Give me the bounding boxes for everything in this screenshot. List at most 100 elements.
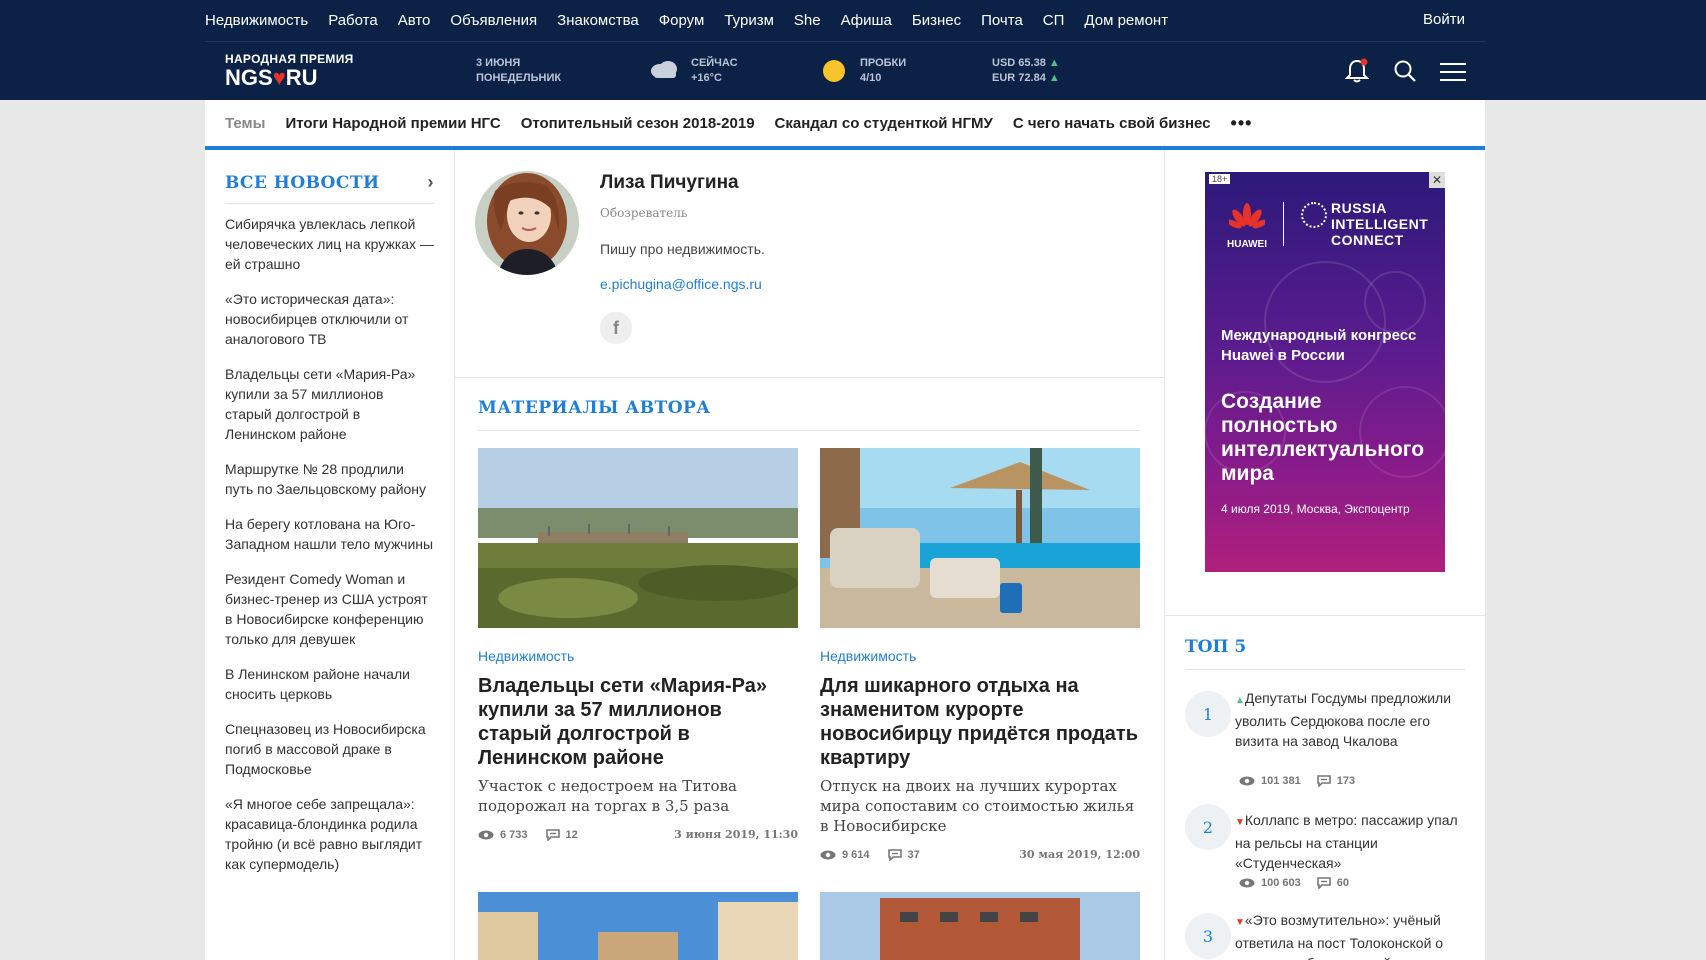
bell-icon[interactable] — [1345, 58, 1369, 84]
news-item[interactable]: Сибирячка увлеклась лепкой человеческих … — [225, 214, 434, 274]
themes-label: Темы — [225, 114, 266, 132]
nav-item-tourism[interactable]: Туризм — [724, 12, 774, 29]
news-item[interactable]: На берегу котлована на Юго-Западном нашл… — [225, 514, 434, 554]
views-count: 101 381 — [1261, 775, 1301, 787]
logo-award-text: НАРОДНАЯ ПРЕМИЯ — [225, 52, 354, 66]
theme-link-award[interactable]: Итоги Народной премии НГС — [285, 115, 500, 132]
top5-text[interactable]: ▲Депутаты Госдумы предложили уволить Сер… — [1235, 688, 1465, 751]
nav-item-dating[interactable]: Знакомства — [557, 12, 639, 29]
huawei-ad-banner[interactable]: 18+ ✕ HUAWEI RUSSIA INTELLIGENT CONNECT … — [1205, 172, 1445, 572]
top-bar: Недвижимость Работа Авто Объявления Знак… — [0, 0, 1706, 100]
top5-text[interactable]: ▼«Это возмутительно»: учёный ответила на… — [1235, 910, 1465, 960]
article-image-apartments[interactable] — [478, 892, 798, 960]
date-widget: 3 июня понедельник — [476, 56, 561, 86]
article-image-resort[interactable] — [820, 448, 1140, 628]
all-news-column: ВСЕ НОВОСТИ › Сибирячка увлеклась лепкой… — [205, 150, 455, 960]
article-meta: 9 614 37 30 мая 2019, 12:00 — [820, 848, 1140, 861]
facebook-icon[interactable]: f — [600, 312, 632, 344]
top5-headline: «Это возмутительно»: учёный ответила на … — [1235, 912, 1444, 960]
ric-line: RUSSIA — [1331, 200, 1387, 216]
author-role: Обозреватель — [600, 206, 688, 220]
nav-item-she[interactable]: She — [794, 12, 821, 29]
traffic-score: 4/10 — [860, 72, 882, 84]
trend-up-icon: ▲ — [1048, 72, 1060, 84]
comments-count[interactable]: 12 — [566, 829, 578, 841]
chevron-right-icon: › — [427, 172, 434, 192]
news-item[interactable]: В Ленинском районе начали сносить церков… — [225, 664, 434, 704]
news-item[interactable]: Спецназовец из Новосибирска погиб в масс… — [225, 719, 434, 779]
theme-link-heating[interactable]: Отопительный сезон 2018-2019 — [521, 115, 755, 132]
author-main: Лиза Пичугина Обозреватель Пишу про недв… — [455, 150, 1165, 960]
close-ad-icon[interactable]: ✕ — [1429, 172, 1445, 188]
nav-item-realty[interactable]: Недвижимость — [205, 12, 308, 29]
right-divider — [1165, 615, 1485, 616]
top5-rank: 3 — [1185, 913, 1231, 959]
article-rubric[interactable]: Недвижимость — [478, 648, 798, 664]
trend-up-icon: ▲ — [1235, 695, 1245, 706]
article-meta: 6 733 12 3 июня 2019, 11:30 — [478, 828, 798, 841]
nav-item-forum[interactable]: Форум — [659, 12, 705, 29]
article-title[interactable]: Владельцы сети «Мария-Ра» купили за 57 м… — [478, 674, 798, 770]
all-news-title: ВСЕ НОВОСТИ — [225, 172, 380, 193]
nav-item-jobs[interactable]: Работа — [328, 12, 378, 29]
more-themes-icon[interactable]: ••• — [1231, 113, 1253, 134]
nav-item-sp[interactable]: СП — [1043, 12, 1065, 29]
heart-icon: ♥ — [272, 65, 286, 90]
site-logo[interactable]: НАРОДНАЯ ПРЕМИЯ NGS♥RU — [225, 52, 354, 90]
usd-value: USD 65.38 — [992, 57, 1046, 69]
news-item[interactable]: «Я многое себе запрещала»: красавица-бло… — [225, 794, 434, 874]
article-image-brick-building[interactable] — [820, 892, 1140, 960]
author-email-link[interactable]: e.pichugina@office.ngs.ru — [600, 276, 762, 292]
theme-link-student-scandal[interactable]: Скандал со студенткой НГМУ — [775, 115, 993, 132]
ad-headline: Создание полностью интеллектуального мир… — [1221, 390, 1425, 485]
hamburger-menu-icon[interactable] — [1440, 62, 1466, 82]
views-count: 9 614 — [842, 848, 870, 861]
cloud-icon — [651, 61, 677, 78]
huawei-logo: HUAWEI — [1219, 202, 1275, 250]
comments-count[interactable]: 37 — [908, 849, 920, 861]
currency-widget[interactable]: USD 65.38 ▲ EUR 72.84 ▲ — [992, 56, 1060, 86]
nav-item-ads[interactable]: Объявления — [450, 12, 537, 29]
ric-line: INTELLIGENT — [1331, 216, 1429, 232]
eye-icon — [1239, 776, 1255, 786]
top5-item[interactable]: 2 ▼Коллапс в метро: пассажир упал на рел… — [1185, 804, 1465, 890]
top5-item[interactable]: 3 ▼«Это возмутительно»: учёный ответила … — [1185, 910, 1465, 960]
sun-icon — [823, 60, 845, 82]
article-card[interactable]: Недвижимость Владельцы сети «Мария-Ра» к… — [478, 448, 798, 841]
top5-item[interactable]: 1 ▲Депутаты Госдумы предложили уволить С… — [1185, 688, 1465, 788]
comments-count[interactable]: 173 — [1337, 775, 1355, 787]
nav-item-afisha[interactable]: Афиша — [841, 12, 892, 29]
top5-text[interactable]: ▼Коллапс в метро: пассажир упал на рельс… — [1235, 810, 1465, 873]
page-content: ВСЕ НОВОСТИ › Сибирячка увлеклась лепкой… — [205, 150, 1485, 960]
search-icon[interactable] — [1393, 59, 1417, 83]
article-rubric[interactable]: Недвижимость — [820, 648, 1140, 664]
themes-bar: Темы Итоги Народной премии НГС Отопитель… — [205, 100, 1485, 150]
nav-item-mail[interactable]: Почта — [981, 12, 1023, 29]
views-count: 6 733 — [500, 828, 528, 841]
news-item[interactable]: Маршрутке № 28 продлили путь по Заельцов… — [225, 459, 434, 499]
logo-wordmark: NGS♥RU — [225, 66, 354, 90]
traffic-widget[interactable]: Пробки 4/10 — [860, 56, 906, 86]
news-item[interactable]: «Это историческая дата»: новосибирцев от… — [225, 289, 434, 349]
nav-item-home-repair[interactable]: Дом ремонт — [1084, 12, 1168, 29]
eye-icon — [478, 830, 494, 839]
article-title[interactable]: Для шикарного отдыха на знаменитом курор… — [820, 674, 1140, 770]
nav-item-auto[interactable]: Авто — [398, 12, 431, 29]
all-news-header[interactable]: ВСЕ НОВОСТИ › — [225, 172, 434, 204]
comment-icon — [545, 828, 560, 841]
article-image-construction-site[interactable] — [478, 448, 798, 628]
weather-widget[interactable]: Сейчас +16°C — [691, 56, 738, 86]
nav-item-business[interactable]: Бизнес — [912, 12, 961, 29]
login-link[interactable]: Войти — [1423, 11, 1465, 28]
logo-ru: RU — [285, 65, 318, 90]
article-card[interactable]: Недвижимость Для шикарного отдыха на зна… — [820, 448, 1140, 861]
eur-value: EUR 72.84 — [992, 72, 1046, 84]
right-column: 18+ ✕ HUAWEI RUSSIA INTELLIGENT CONNECT … — [1165, 150, 1485, 960]
usd-rate: USD 65.38 ▲ — [992, 56, 1060, 71]
theme-link-business[interactable]: С чего начать свой бизнес — [1013, 115, 1211, 132]
top5-meta: 100 603 60 — [1239, 877, 1365, 889]
article-date: 3 июня 2019, 11:30 — [674, 828, 798, 841]
news-item[interactable]: Резидент Comedy Woman и бизнес-тренер из… — [225, 569, 434, 649]
comments-count[interactable]: 60 — [1337, 877, 1349, 889]
news-item[interactable]: Владельцы сети «Мария-Ра» купили за 57 м… — [225, 364, 434, 444]
